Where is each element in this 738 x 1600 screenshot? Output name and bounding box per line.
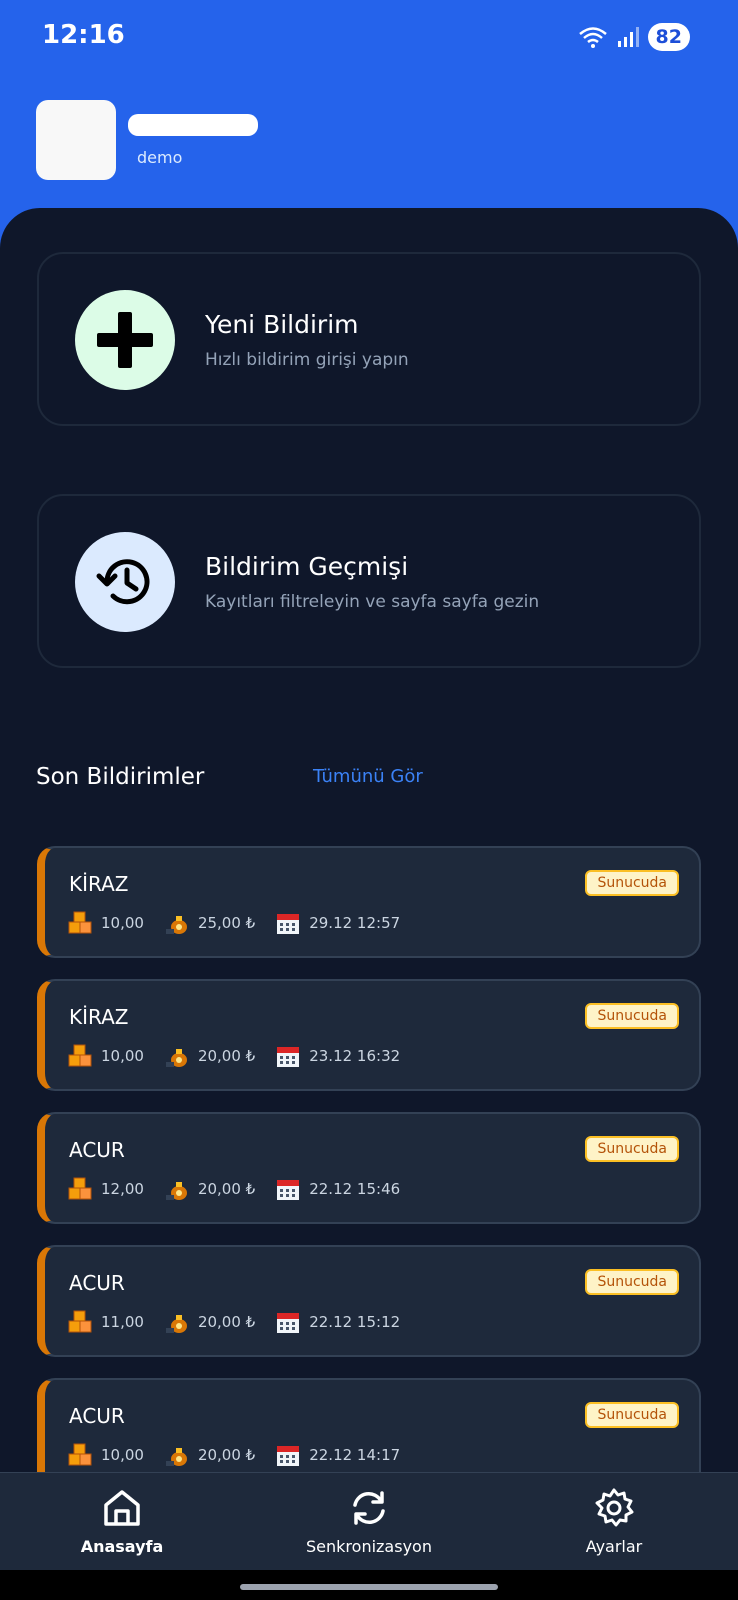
calendar-icon: [277, 914, 300, 934]
product-name: ACUR: [69, 1404, 125, 1428]
nav-settings[interactable]: Ayarlar: [514, 1487, 714, 1556]
price-value: 25,00 ₺: [197, 914, 256, 932]
boxes-icon: [68, 1177, 92, 1200]
see-all-link[interactable]: Tümünü Gör: [313, 766, 423, 787]
product-name: ACUR: [69, 1138, 125, 1162]
status-badge: Sunucuda: [585, 1136, 679, 1162]
nav-home[interactable]: Anasayfa: [22, 1487, 222, 1556]
notification-meta: 10,00 20,00 ₺: [67, 1442, 420, 1468]
notification-meta: 12,00 20,00 ₺ 22.12 15:46: [67, 1176, 420, 1202]
date-value: 29.12 12:57: [309, 914, 401, 932]
price-value: 20,00 ₺: [197, 1047, 256, 1065]
bottom-navigation: Anasayfa Senkronizasyon Ayarlar: [0, 1472, 738, 1570]
action-title: Yeni Bildirim: [205, 310, 359, 339]
price: 20,00 ₺: [164, 1176, 255, 1202]
history-card[interactable]: Bildirim Geçmişi Kayıtları filtreleyin v…: [37, 494, 701, 668]
notification-item[interactable]: KİRAZ Sunucuda 10,00 25,00 ₺ 29.12 12:57: [37, 846, 701, 958]
boxes-icon: [68, 1044, 92, 1067]
quantity-value: 10,00: [101, 914, 144, 932]
date: 23.12 16:32: [275, 1043, 400, 1069]
product-name: KİRAZ: [69, 872, 129, 896]
quantity: 10,00: [67, 1442, 144, 1468]
status-time: 12:16: [42, 20, 125, 50]
date-value: 23.12 16:32: [309, 1047, 401, 1065]
date-value: 22.12 14:17: [309, 1446, 401, 1464]
nav-sync[interactable]: Senkronizasyon: [269, 1487, 469, 1556]
price: 20,00 ₺: [164, 1442, 255, 1468]
boxes-icon: [68, 911, 92, 934]
date: 29.12 12:57: [275, 910, 400, 936]
money-bag-icon: [165, 1182, 187, 1200]
price: 25,00 ₺: [164, 910, 255, 936]
sync-icon: [353, 1491, 385, 1525]
money-bag-icon: [165, 1049, 187, 1067]
recent-section-title: Son Bildirimler: [36, 764, 205, 790]
quantity: 10,00: [67, 1043, 144, 1069]
home-icon: [104, 1490, 140, 1526]
nav-label: Anasayfa: [80, 1537, 164, 1556]
calendar-icon: [277, 1180, 300, 1200]
new-notification-card[interactable]: Yeni Bildirim Hızlı bildirim girişi yapı…: [37, 252, 701, 426]
notification-item[interactable]: KİRAZ Sunucuda 10,00 20,00 ₺ 23.12 16:32: [37, 979, 701, 1091]
gesture-area: [0, 1570, 738, 1600]
quantity-value: 10,00: [101, 1047, 144, 1065]
money-bag-icon: [165, 1315, 187, 1333]
quantity-value: 10,00: [101, 1446, 144, 1464]
history-icon: [75, 532, 175, 632]
date: 22.12 14:17: [275, 1442, 400, 1468]
action-subtitle: Kayıtları filtreleyin ve sayfa sayfa gez…: [205, 592, 540, 612]
notification-meta: 10,00 20,00 ₺: [67, 1043, 420, 1069]
date: 22.12 15:46: [275, 1176, 400, 1202]
nav-label: Ayarlar: [585, 1537, 643, 1556]
battery-indicator: 82: [647, 23, 690, 51]
plus-icon: [75, 290, 175, 390]
date-value: 22.12 15:46: [309, 1180, 401, 1198]
notification-item[interactable]: ACUR Sunucuda 12,00 20,00 ₺ 22.12 15:46: [37, 1112, 701, 1224]
calendar-icon: [277, 1313, 300, 1333]
avatar[interactable]: [36, 100, 116, 180]
notification-meta: 11,00 20,00 ₺ 22.12 15:12: [67, 1309, 420, 1335]
money-bag-icon: [165, 916, 187, 934]
wifi-icon: [578, 27, 607, 48]
quantity-value: 11,00: [101, 1313, 144, 1331]
date-value: 22.12 15:12: [309, 1313, 401, 1331]
quantity: 12,00: [67, 1176, 144, 1202]
price-value: 20,00 ₺: [197, 1180, 256, 1198]
status-badge: Sunucuda: [585, 870, 679, 896]
price: 20,00 ₺: [164, 1309, 255, 1335]
product-name: KİRAZ: [69, 1005, 129, 1029]
status-badge: Sunucuda: [585, 1402, 679, 1428]
user-subtitle: demo: [137, 148, 183, 167]
calendar-icon: [277, 1047, 300, 1067]
notification-item[interactable]: ACUR Sunucuda 11,00 20,00 ₺ 22.12 15:12: [37, 1245, 701, 1357]
notification-meta: 10,00 25,00 ₺ 29.12 12:57: [67, 910, 420, 936]
signal-icon: [617, 27, 639, 47]
user-name-redacted: [128, 114, 258, 136]
status-bar: 12:16 82: [0, 0, 738, 72]
quantity: 10,00: [67, 910, 144, 936]
date: 22.12 15:12: [275, 1309, 400, 1335]
money-bag-icon: [165, 1448, 187, 1466]
gear-icon: [595, 1488, 634, 1527]
boxes-icon: [68, 1310, 92, 1333]
action-subtitle: Hızlı bildirim girişi yapın: [205, 350, 409, 370]
quantity-value: 12,00: [101, 1180, 144, 1198]
nav-label: Senkronizasyon: [306, 1537, 432, 1556]
status-badge: Sunucuda: [585, 1003, 679, 1029]
price: 20,00 ₺: [164, 1043, 255, 1069]
price-value: 20,00 ₺: [197, 1313, 256, 1331]
status-icons: 82: [578, 22, 690, 52]
boxes-icon: [68, 1443, 92, 1466]
quantity: 11,00: [67, 1309, 144, 1335]
calendar-icon: [277, 1446, 300, 1466]
action-title: Bildirim Geçmişi: [205, 552, 409, 581]
home-gesture-bar[interactable]: [240, 1584, 498, 1590]
status-badge: Sunucuda: [585, 1269, 679, 1295]
price-value: 20,00 ₺: [197, 1446, 256, 1464]
product-name: ACUR: [69, 1271, 125, 1295]
